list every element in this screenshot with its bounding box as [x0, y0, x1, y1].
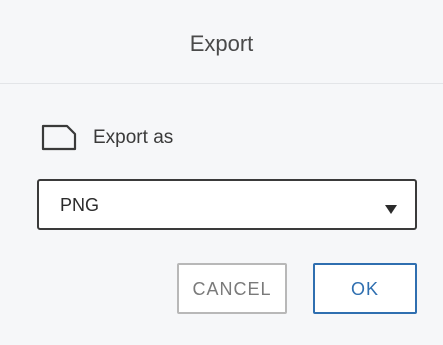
dialog-title: Export — [189, 31, 254, 56]
export-as-label: Export as — [93, 127, 174, 148]
file-icon — [41, 124, 77, 151]
dialog-header: Export — [0, 0, 443, 84]
format-selected-value: PNG — [60, 195, 100, 215]
export-dialog: Export Export as PNG CANCEL OK — [0, 0, 443, 345]
ok-button[interactable]: OK — [313, 263, 417, 314]
cancel-button[interactable]: CANCEL — [177, 263, 287, 314]
format-select[interactable]: PNG — [37, 179, 417, 230]
triangle-down-icon — [385, 201, 397, 214]
